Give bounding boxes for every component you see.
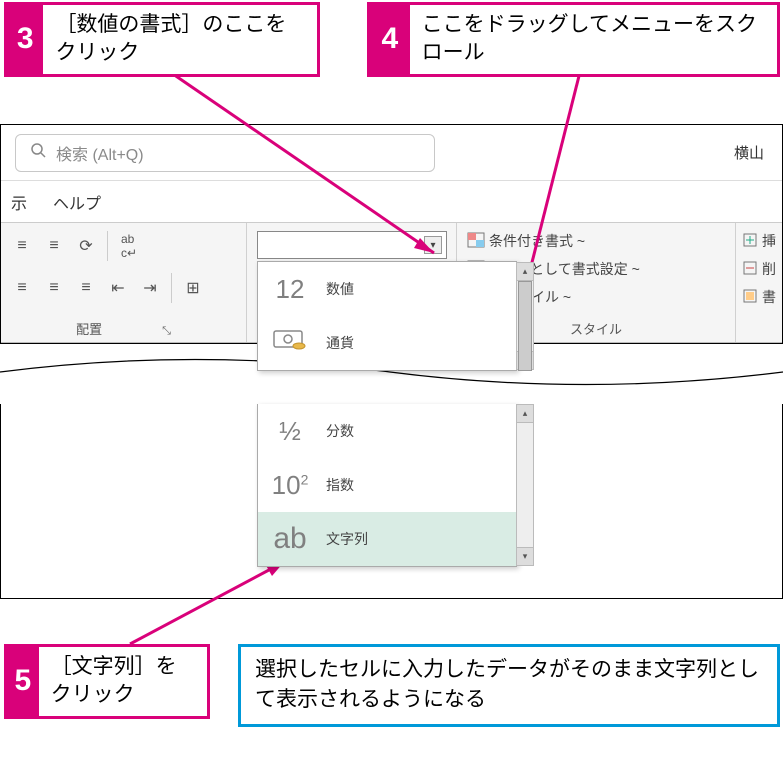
- callout-5-number: 5: [7, 647, 39, 716]
- dropdown-scrollbar[interactable]: ▴ ▾: [516, 262, 534, 370]
- cells-group: 挿 削 書: [736, 223, 782, 342]
- format-label: 通貨: [326, 333, 354, 353]
- callout-3-text: ［数値の書式］のここをクリック: [43, 5, 317, 74]
- dropdown-scrollbar-lower[interactable]: ▴ ▾: [516, 404, 534, 566]
- format-option-fraction[interactable]: ½ 分数: [258, 404, 516, 458]
- format-option-scientific[interactable]: 102 指数: [258, 458, 516, 512]
- tab-view[interactable]: 示: [11, 190, 27, 214]
- format-option-currency[interactable]: 通貨: [258, 316, 516, 370]
- scroll-down-icon[interactable]: ▾: [517, 547, 533, 565]
- number-format-menu-lower: ½ 分数 102 指数 ab 文字列 ▴ ▾: [257, 404, 517, 567]
- title-bar: 検索 (Alt+Q) 横山: [1, 125, 782, 181]
- orientation-icon[interactable]: ⟳: [75, 236, 97, 256]
- conditional-format-button[interactable]: 条件付き書式 ~: [467, 231, 725, 251]
- indent-dec-icon[interactable]: ⇤: [107, 278, 129, 298]
- number-format-dropdown[interactable]: ▾: [257, 231, 447, 259]
- callout-3: 3 ［数値の書式］のここをクリック: [4, 2, 320, 77]
- insert-button[interactable]: 挿: [742, 231, 776, 251]
- callout-5-text: ［文字列］をクリック: [39, 647, 207, 716]
- search-icon: [30, 142, 46, 163]
- chevron-down-icon[interactable]: ▾: [424, 236, 442, 254]
- callout-5: 5 ［文字列］をクリック: [4, 644, 210, 719]
- align-mid-icon[interactable]: ≡: [43, 236, 65, 256]
- format-label: 文字列: [326, 529, 368, 549]
- excel-window-lower: ½ 分数 102 指数 ab 文字列 ▴ ▾: [0, 404, 783, 599]
- ribbon-tabs: 示 ヘルプ: [1, 181, 782, 223]
- search-input[interactable]: 検索 (Alt+Q): [15, 134, 435, 172]
- align-right-icon[interactable]: ≡: [75, 278, 97, 298]
- tab-help[interactable]: ヘルプ: [53, 190, 101, 214]
- info-box: 選択したセルに入力したデータがそのまま文字列として表示されるようになる: [238, 644, 780, 727]
- number-icon: 12: [268, 274, 312, 305]
- info-text: 選択したセルに入力したデータがそのまま文字列として表示されるようになる: [255, 658, 759, 711]
- align-left-icon[interactable]: ≡: [11, 278, 33, 298]
- currency-icon: [268, 328, 312, 359]
- text-icon: ab: [268, 522, 312, 556]
- ribbon: ≡ ≡ ⟳ abc↵ ≡ ≡ ≡ ⇤ ⇥ ⊞ 配置 ⤡: [1, 223, 782, 343]
- delete-button[interactable]: 削: [742, 259, 776, 279]
- callout-4-number: 4: [370, 5, 410, 74]
- scientific-icon: 102: [268, 470, 312, 501]
- alignment-group-label: 配置: [76, 315, 102, 338]
- cond-format-icon: [467, 232, 485, 251]
- alignment-group: ≡ ≡ ⟳ abc↵ ≡ ≡ ≡ ⇤ ⇥ ⊞ 配置 ⤡: [1, 223, 247, 342]
- alignment-launcher-icon[interactable]: ⤡: [162, 325, 171, 338]
- merge-icon[interactable]: ⊞: [182, 278, 204, 298]
- scroll-up-icon[interactable]: ▴: [517, 263, 533, 281]
- number-format-menu: 12 数値 通貨 ▴ ▾: [257, 261, 517, 371]
- callout-4-text: ここをドラッグしてメニューをスクロール: [410, 5, 777, 74]
- wrap-text-icon[interactable]: abc↵: [118, 236, 140, 256]
- scroll-thumb[interactable]: [518, 281, 532, 371]
- align-top-icon[interactable]: ≡: [11, 236, 33, 256]
- callout-4: 4 ここをドラッグしてメニューをスクロール: [367, 2, 780, 77]
- align-center-icon[interactable]: ≡: [43, 278, 65, 298]
- format-button[interactable]: 書: [742, 287, 776, 307]
- user-name[interactable]: 横山: [734, 142, 768, 163]
- fraction-icon: ½: [268, 416, 312, 447]
- search-placeholder: 検索 (Alt+Q): [56, 141, 144, 165]
- format-option-number[interactable]: 12 数値: [258, 262, 516, 316]
- format-label: 指数: [326, 475, 354, 495]
- indent-inc-icon[interactable]: ⇥: [139, 278, 161, 298]
- excel-window: 検索 (Alt+Q) 横山 示 ヘルプ ≡ ≡ ⟳ abc↵ ≡ ≡ ≡ ⇤ ⇥: [0, 124, 783, 344]
- delete-icon: [742, 260, 758, 279]
- format-label: 数値: [326, 279, 354, 299]
- format-icon: [742, 288, 758, 307]
- callout-3-number: 3: [7, 5, 43, 74]
- format-label: 分数: [326, 421, 354, 441]
- scroll-up-icon[interactable]: ▴: [517, 405, 533, 423]
- insert-icon: [742, 232, 758, 251]
- format-option-text[interactable]: ab 文字列: [258, 512, 516, 566]
